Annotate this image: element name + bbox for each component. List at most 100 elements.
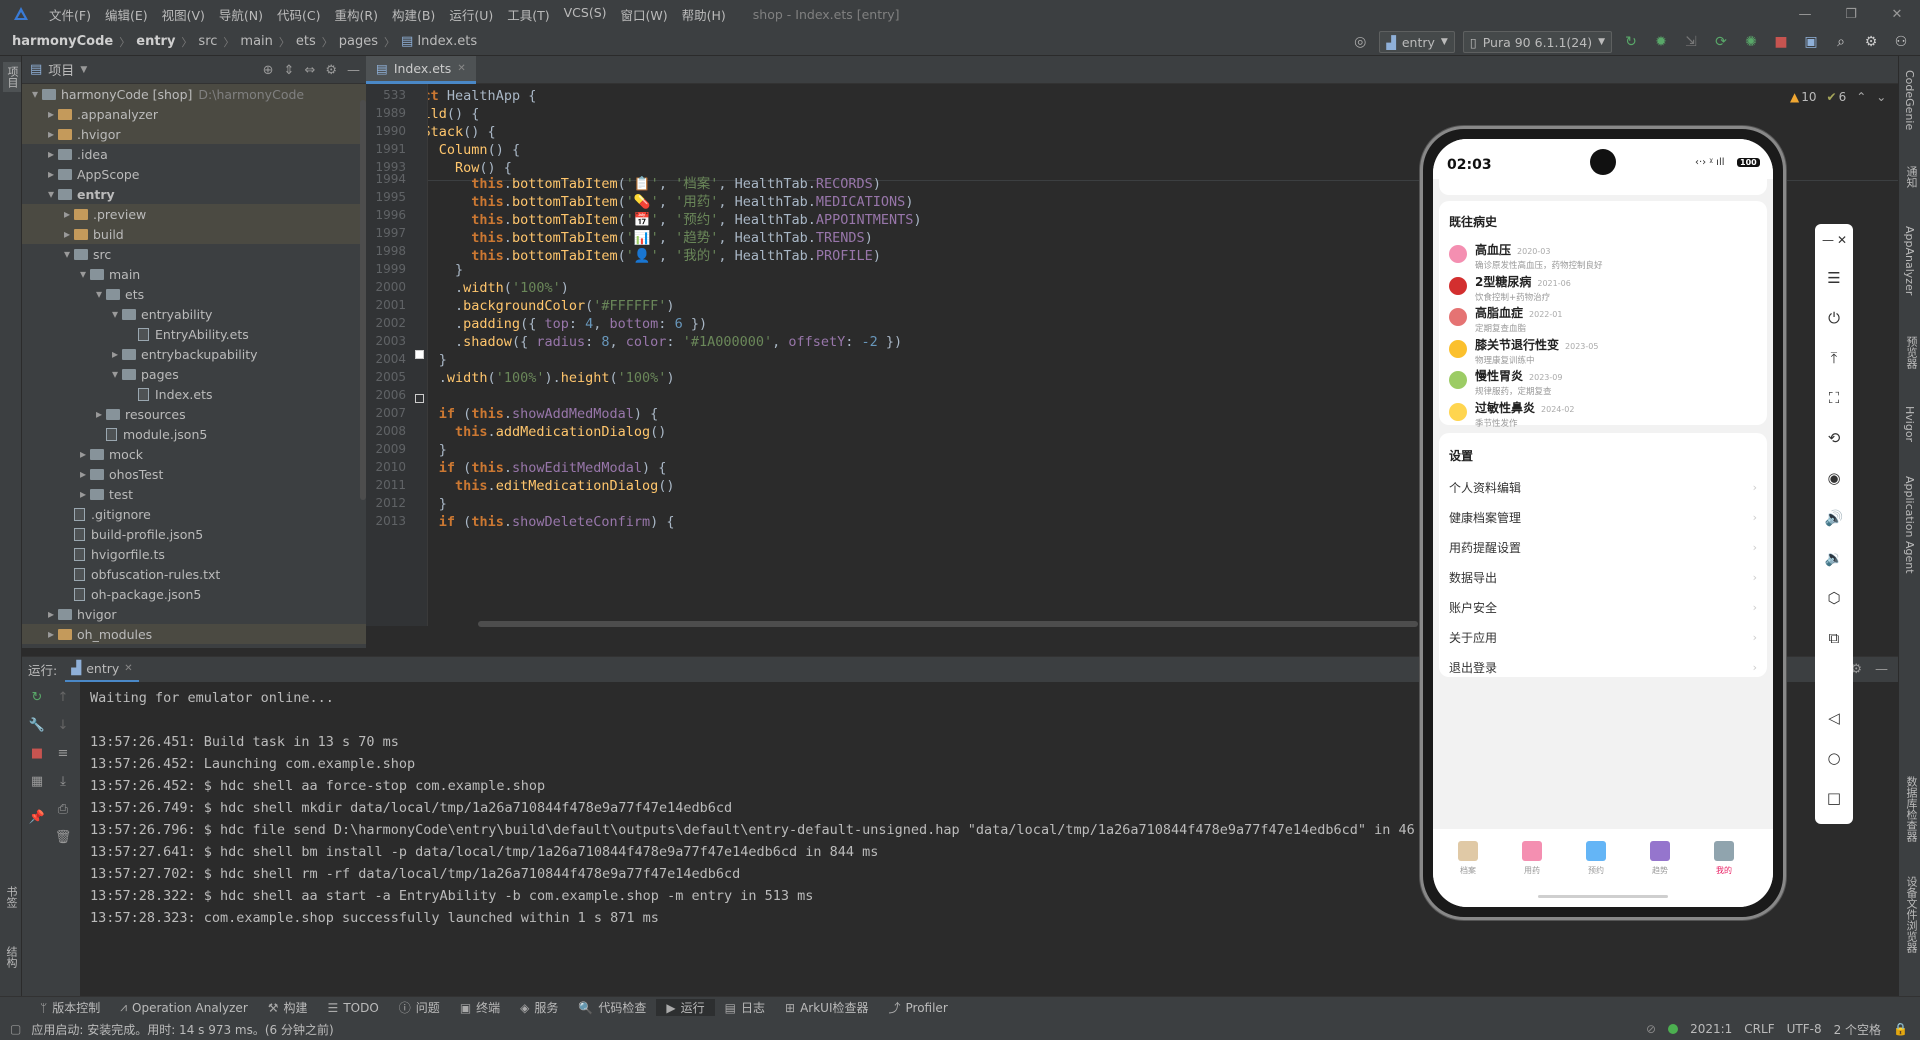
chevron-down-icon[interactable]: ▾ [28, 87, 42, 101]
breadcrumb-item[interactable]: ets [296, 34, 316, 49]
previewer-tool-button[interactable]: 预览器 [1903, 336, 1919, 369]
tree-item[interactable]: ▸ AppScope [22, 164, 366, 184]
hide-panel-icon[interactable]: — [1875, 662, 1888, 677]
structure-tool-button[interactable]: 结构 [3, 946, 19, 968]
run-tab-entry[interactable]: ▟ entry ✕ [65, 657, 139, 683]
caret-position[interactable]: 2021:1 [1690, 1022, 1732, 1036]
color-swatch-icon[interactable] [415, 394, 424, 403]
file-encoding[interactable]: UTF-8 [1787, 1022, 1822, 1036]
device-manager-icon[interactable]: ▣ [1800, 31, 1822, 53]
locate-file-icon[interactable]: ⊕ [263, 63, 274, 78]
close-tab-icon[interactable]: ✕ [124, 663, 132, 674]
tool-window-6[interactable]: ◈ 服务 [510, 999, 568, 1016]
chevron-down-icon[interactable]: ▾ [108, 367, 122, 381]
bookmarks-tool-button[interactable]: 书签 [3, 886, 19, 908]
menu-item[interactable]: 重构(R) [328, 5, 385, 24]
chevron-down-icon[interactable]: ▾ [92, 287, 106, 301]
notifications-tool-button[interactable]: 通知 [1903, 166, 1919, 188]
device-file-browser-tool-button[interactable]: 设备文件浏览器 [1903, 876, 1919, 953]
breadcrumb-item[interactable]: Index.ets [417, 34, 477, 49]
chevron-right-icon[interactable]: ▸ [76, 447, 90, 461]
tree-item[interactable]: ▾ main [22, 264, 366, 284]
crop-icon[interactable]: ⛶ [1822, 386, 1846, 410]
tree-item[interactable]: ▾ ets [22, 284, 366, 304]
chevron-right-icon[interactable]: ▸ [76, 467, 90, 481]
power-icon[interactable]: ⏻ [1822, 306, 1846, 330]
phone-screen[interactable]: 02:03 ‹·› ᵡ ıll 100 既往病史 高血压 2020-03 确诊原发性… [1433, 139, 1773, 907]
chevron-right-icon[interactable]: ▸ [60, 227, 74, 241]
tree-item[interactable]: ▸ .preview [22, 204, 366, 224]
tool-window-10[interactable]: ⊞ ArkUI检查器 [775, 999, 878, 1016]
phone-tab[interactable]: 预约 [1571, 841, 1621, 876]
breadcrumb-item[interactable]: pages [339, 34, 378, 49]
pin-top-icon[interactable]: ⤒ [1822, 346, 1846, 370]
database-inspector-tool-button[interactable]: 数据库检查器 [1903, 776, 1919, 842]
tool-window-4[interactable]: ⓘ 问题 [389, 999, 450, 1016]
line-separator[interactable]: CRLF [1744, 1022, 1774, 1036]
tree-item[interactable]: module.json5 [22, 424, 366, 444]
chevron-up-icon[interactable]: ⌃ [1856, 90, 1866, 104]
multi-screen-icon[interactable]: ⧉ [1822, 626, 1846, 650]
fold-icon[interactable]: ⬡ [1822, 586, 1846, 610]
tree-item[interactable]: ▸ entrybackupability [22, 344, 366, 364]
chevron-down-icon[interactable]: ▾ [60, 247, 74, 261]
tree-item[interactable]: .gitignore [22, 504, 366, 524]
arrow-up-icon[interactable]: ↑ [52, 686, 74, 708]
application-agent-tool-button[interactable]: Application Agent [1903, 476, 1916, 574]
volume-down-icon[interactable]: 🔉 [1822, 546, 1846, 570]
tree-item[interactable]: ▾ harmonyCode [shop] D:\harmonyCode [22, 84, 366, 104]
tree-item[interactable]: ▸ .idea [22, 144, 366, 164]
lock-icon[interactable]: 🔒 [1893, 1022, 1908, 1036]
project-panel-title[interactable]: 项目 [48, 60, 74, 79]
tree-item[interactable]: ▸ test [22, 484, 366, 504]
tool-window-9[interactable]: ▤ 日志 [715, 999, 775, 1016]
chevron-down-icon[interactable]: ⌄ [1876, 90, 1886, 104]
chevron-down-icon[interactable]: ▼ [80, 65, 87, 75]
chevron-right-icon[interactable]: ▸ [44, 127, 58, 141]
menu-item[interactable]: 运行(U) [442, 5, 500, 24]
menu-icon[interactable]: ☰ [1822, 266, 1846, 290]
tree-item[interactable]: ▸ ohosTest [22, 464, 366, 484]
gear-icon[interactable]: ⚙ [325, 63, 337, 78]
account-icon[interactable]: ⚇ [1890, 31, 1912, 53]
phone-tab[interactable]: 我的 [1699, 841, 1749, 876]
inspection-widget[interactable]: ▲ 10 ✔ 6 ⌃ ⌄ [1790, 90, 1886, 104]
breadcrumb-item[interactable]: src [198, 34, 217, 49]
attach-debugger-icon[interactable]: ⇲ [1680, 31, 1702, 53]
history-item[interactable]: 过敏性鼻炎 2024-02 季节性发作 [1449, 397, 1759, 435]
breadcrumb-item[interactable]: entry [136, 34, 175, 49]
hide-panel-icon[interactable]: — [347, 63, 360, 78]
power-save-icon[interactable]: ⊘ [1646, 1022, 1656, 1036]
collapse-all-icon[interactable]: ⇔ [304, 63, 315, 78]
restore-icon[interactable]: ❐ [1828, 0, 1874, 28]
breadcrumb-item[interactable]: main [240, 34, 272, 49]
tree-item[interactable]: EntryAbility.ets [22, 324, 366, 344]
close-tab-icon[interactable]: ✕ [457, 63, 465, 74]
tree-item[interactable]: Index.ets [22, 384, 366, 404]
recents-icon[interactable]: □ [1822, 786, 1846, 810]
menu-item[interactable]: 代码(C) [270, 5, 327, 24]
apply-changes-icon[interactable]: ⟳ [1710, 31, 1732, 53]
chevron-right-icon[interactable]: ▸ [44, 107, 58, 121]
expand-all-icon[interactable]: ⇕ [284, 63, 295, 78]
menu-item[interactable]: 帮助(H) [675, 5, 733, 24]
menu-item[interactable]: 工具(T) [500, 5, 556, 24]
menu-item[interactable]: 导航(N) [212, 5, 270, 24]
chevron-down-icon[interactable]: ▾ [76, 267, 90, 281]
chevron-right-icon[interactable]: ▸ [44, 627, 58, 641]
chevron-down-icon[interactable]: ▾ [44, 187, 58, 201]
screenshot-icon[interactable]: ◉ [1822, 466, 1846, 490]
stop-icon[interactable]: ■ [26, 742, 48, 764]
rerun-icon[interactable]: ↻ [26, 686, 48, 708]
home-icon[interactable]: ○ [1822, 746, 1846, 770]
tree-item[interactable]: ▾ src [22, 244, 366, 264]
indent-setting[interactable]: 2 个空格 [1834, 1021, 1881, 1038]
hvigor-tool-button[interactable]: Hvigor [1903, 406, 1916, 442]
tool-window-8[interactable]: ▶ 运行 [656, 999, 715, 1016]
chevron-right-icon[interactable]: ▸ [44, 147, 58, 161]
minimize-icon[interactable]: — [1782, 0, 1828, 28]
trash-icon[interactable]: 🗑 [52, 826, 74, 848]
project-tool-button[interactable]: 项目 [3, 62, 21, 92]
chevron-right-icon[interactable]: ▸ [44, 607, 58, 621]
tree-item[interactable]: ▾ pages [22, 364, 366, 384]
